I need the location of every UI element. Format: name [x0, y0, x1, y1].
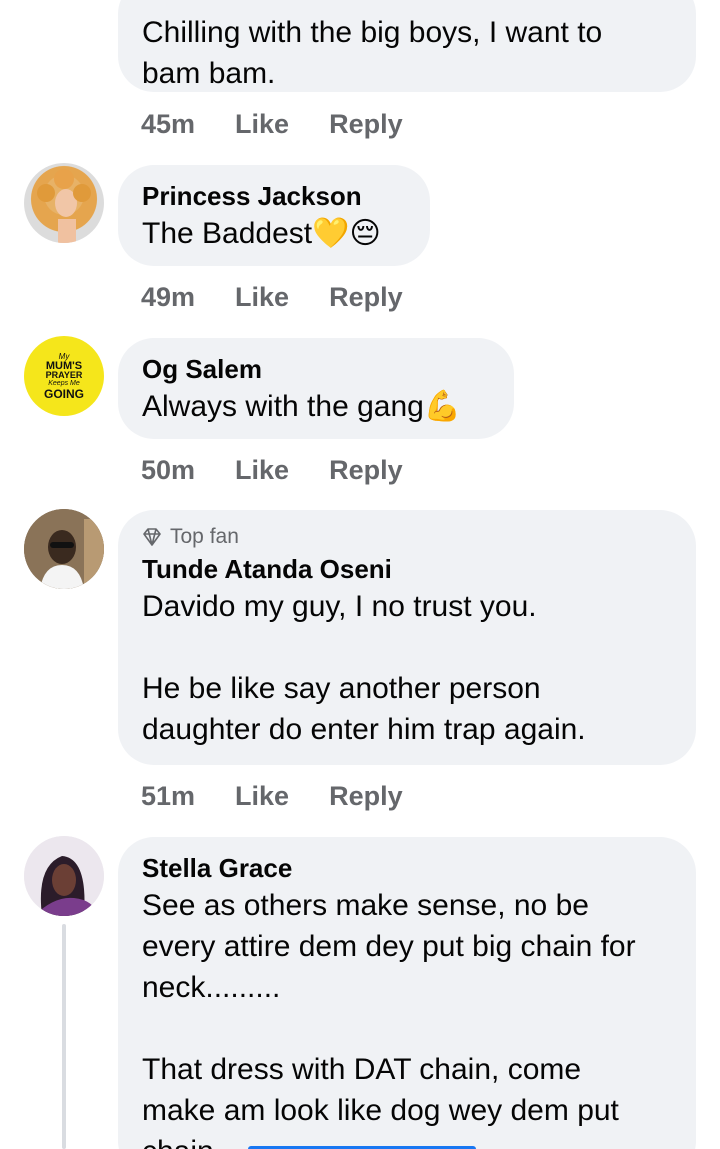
diamond-icon [143, 528, 161, 546]
reply-button[interactable]: Reply [329, 780, 403, 812]
comment-time[interactable]: 49m [141, 281, 195, 313]
commenter-name[interactable]: Og Salem [142, 352, 490, 386]
thread-line [62, 924, 66, 1149]
comment-bubble: Princess Jackson The Baddest💛😔 [118, 165, 430, 266]
top-fan-label: Top fan [170, 525, 239, 548]
avatar-stella-grace[interactable] [24, 836, 104, 916]
comment-actions: 50m Like Reply [141, 454, 403, 486]
comment-bubble: Top fan Tunde Atanda Oseni Davido my guy… [118, 510, 696, 765]
comment-bubble: Stella Grace See as others make sense, n… [118, 837, 696, 1149]
comment-text: Always with the gang💪 [142, 390, 462, 423]
commenter-name[interactable]: Stella Grace [142, 851, 672, 885]
like-button[interactable]: Like [235, 780, 289, 812]
top-fan-badge: Top fan [142, 524, 672, 550]
avatar-tunde-atanda-oseni[interactable] [24, 509, 104, 589]
reply-button[interactable]: Reply [329, 108, 403, 140]
reply-button[interactable]: Reply [329, 281, 403, 313]
comment-time[interactable]: 50m [141, 454, 195, 486]
avatar-image [37, 169, 91, 243]
like-button[interactable]: Like [235, 281, 289, 313]
reply-button[interactable]: Reply [329, 454, 403, 486]
avatar-princess-jackson[interactable] [24, 163, 104, 243]
comment-actions: 45m Like Reply [141, 108, 403, 140]
comment-text: Chilling with the big boys, I want to ba… [142, 16, 603, 90]
avatar-image [24, 509, 104, 589]
commenter-name[interactable]: Princess Jackson [142, 179, 406, 213]
comment-text: The Baddest💛😔 [142, 217, 381, 250]
comment-bubble: Og Salem Always with the gang💪 [118, 338, 514, 439]
like-button[interactable]: Like [235, 108, 289, 140]
comment-text: Davido my guy, I no trust you. He be lik… [142, 590, 586, 746]
comment-time[interactable]: 45m [141, 108, 195, 140]
comment-text: See as others make sense, no be every at… [142, 889, 636, 1149]
avatar-text: PRAYER [45, 369, 83, 380]
avatar-text: GOING [43, 386, 84, 401]
like-button[interactable]: Like [235, 454, 289, 486]
commenter-name[interactable]: Tunde Atanda Oseni [142, 552, 672, 586]
comment-actions: 51m Like Reply [141, 780, 403, 812]
comment-time[interactable]: 51m [141, 780, 195, 812]
comment-bubble: Chilling with the big boys, I want to ba… [118, 0, 696, 92]
avatar-text: MUM'S [45, 359, 83, 372]
comment-actions: 49m Like Reply [141, 281, 403, 313]
avatar-og-salem[interactable]: My MUM'S PRAYER Keeps Me GOING [24, 336, 104, 416]
avatar-image [24, 836, 104, 916]
